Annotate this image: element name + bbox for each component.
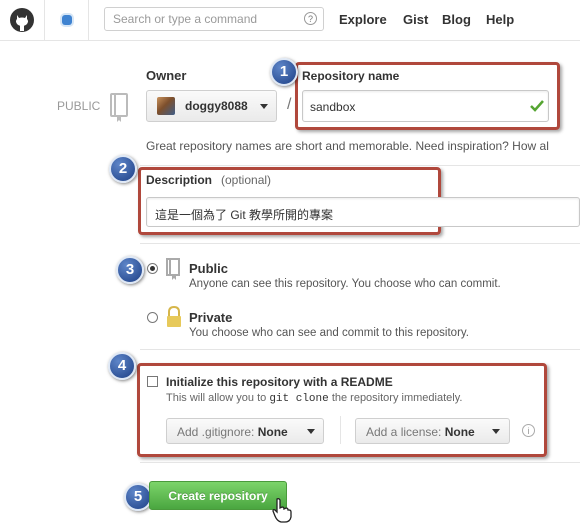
license-prefix: Add a license: xyxy=(366,425,442,439)
private-radio[interactable] xyxy=(147,312,158,323)
create-repository-button[interactable]: Create repository xyxy=(149,481,287,510)
description-optional-note: (optional) xyxy=(221,173,272,187)
owner-name: doggy8088 xyxy=(185,99,248,113)
public-description: Anyone can see this repository. You choo… xyxy=(189,278,501,290)
private-label[interactable]: Private xyxy=(189,310,232,325)
chevron-down-icon xyxy=(307,429,315,434)
public-radio[interactable] xyxy=(147,263,158,274)
gitignore-prefix: Add .gitignore: xyxy=(177,425,255,439)
owner-select-button[interactable]: doggy8088 xyxy=(146,90,277,122)
section-divider xyxy=(140,349,580,350)
lock-icon xyxy=(165,305,183,329)
repo-book-icon xyxy=(108,92,132,124)
github-logo-icon[interactable] xyxy=(8,6,36,34)
dropdown-divider xyxy=(340,416,341,444)
hand-cursor-icon xyxy=(271,497,293,523)
description-value: 這是一個為了 Git 教學所開的專案 xyxy=(155,208,334,222)
create-repository-label: Create repository xyxy=(168,489,268,503)
license-value: None xyxy=(444,425,475,439)
repo-name-label: Repository name xyxy=(302,69,400,83)
chevron-down-icon xyxy=(492,429,500,434)
repo-name-hint: Great repository names are short and mem… xyxy=(146,139,549,153)
nav-gist[interactable]: Gist xyxy=(403,12,428,27)
public-repo-icon xyxy=(165,257,183,281)
radio-selected-dot xyxy=(150,266,155,271)
nav-help[interactable]: Help xyxy=(486,12,514,27)
step-badge-2: 2 xyxy=(109,155,137,183)
section-divider xyxy=(140,165,580,166)
readme-label[interactable]: Initialize this repository with a README xyxy=(166,375,393,389)
nav-blog[interactable]: Blog xyxy=(442,12,471,27)
step-badge-4: 4 xyxy=(108,352,136,380)
gitignore-text: Add .gitignore: None xyxy=(177,425,288,439)
step-badge-1: 1 xyxy=(270,58,298,86)
path-separator: / xyxy=(287,96,292,113)
readme-desc-suffix: the repository immediately. xyxy=(331,392,463,404)
readme-desc-prefix: This will allow you to xyxy=(166,392,267,404)
readme-checkbox[interactable] xyxy=(147,376,158,387)
description-input[interactable]: 這是一個為了 Git 教學所開的專案 xyxy=(146,197,580,227)
section-divider xyxy=(140,243,580,244)
search-help-icon[interactable]: ? xyxy=(304,12,317,25)
gitignore-dropdown[interactable]: Add .gitignore: None xyxy=(166,418,324,444)
nav-explore[interactable]: Explore xyxy=(339,12,387,27)
check-icon xyxy=(529,98,545,114)
readme-description: This will allow you to git clone the rep… xyxy=(166,392,462,405)
avatar xyxy=(157,97,175,115)
section-divider xyxy=(140,462,580,463)
info-icon[interactable]: i xyxy=(522,424,535,437)
license-text: Add a license: None xyxy=(366,425,475,439)
command-search-input[interactable]: Search or type a command ? xyxy=(104,7,324,31)
header-divider xyxy=(88,0,89,40)
git-clone-code: git clone xyxy=(269,393,329,405)
repo-name-input[interactable]: sandbox xyxy=(302,90,549,122)
description-label: Description xyxy=(146,173,213,187)
step-badge-3: 3 xyxy=(116,256,144,284)
license-dropdown[interactable]: Add a license: None xyxy=(355,418,510,444)
visibility-tag: PUBLIC xyxy=(57,99,101,113)
chevron-down-icon xyxy=(260,104,268,109)
step-badge-5: 5 xyxy=(124,483,152,511)
search-placeholder: Search or type a command xyxy=(113,12,258,26)
header-divider xyxy=(44,0,45,40)
owner-label: Owner xyxy=(146,68,187,83)
gitignore-value: None xyxy=(257,425,288,439)
notification-dot-icon[interactable] xyxy=(62,15,72,25)
private-description: You choose who can see and commit to thi… xyxy=(189,327,469,339)
public-label[interactable]: Public xyxy=(189,261,228,276)
repo-name-value: sandbox xyxy=(310,100,356,114)
